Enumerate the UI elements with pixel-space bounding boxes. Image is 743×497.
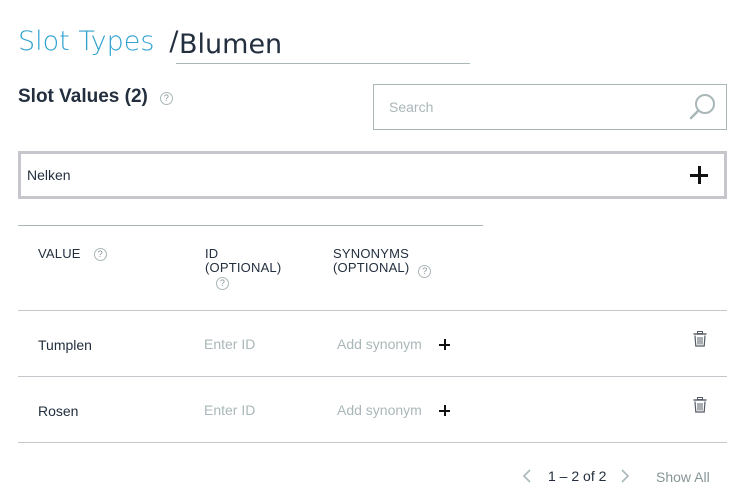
- add-synonym-plus-icon[interactable]: [439, 339, 450, 350]
- synonym-input[interactable]: [337, 333, 437, 355]
- help-icon[interactable]: ?: [216, 277, 229, 290]
- column-header-value-label: VALUE: [38, 246, 81, 261]
- column-header-synonyms-line2-wrap: (OPTIONAL)?: [333, 260, 432, 278]
- slot-value-text: Tumplen: [38, 337, 92, 353]
- breadcrumb-slot-types-link[interactable]: Slot Types: [18, 26, 154, 57]
- column-header-synonyms-line1: SYNONYMS: [333, 246, 410, 261]
- pagination-range: 1 – 2 of 2: [548, 468, 607, 484]
- column-header-synonyms-line2: (OPTIONAL): [333, 260, 410, 275]
- new-slot-value-input[interactable]: [21, 154, 690, 196]
- search-box: [373, 84, 727, 130]
- column-header-synonyms: SYNONYMS (OPTIONAL)?: [333, 246, 432, 278]
- slot-type-name-input[interactable]: [176, 26, 470, 64]
- show-all-link[interactable]: Show All: [656, 469, 710, 485]
- help-icon[interactable]: ?: [418, 265, 432, 278]
- pagination: 1 – 2 of 2: [522, 468, 630, 484]
- column-header-id-line2: (OPTIONAL): [205, 260, 282, 275]
- add-synonym-plus-icon[interactable]: [439, 405, 450, 416]
- chevron-right-icon[interactable]: [620, 469, 630, 483]
- slot-values-title: Slot Values (2): [18, 86, 148, 107]
- search-icon[interactable]: [688, 92, 718, 122]
- breadcrumb: Slot Types /: [18, 26, 470, 66]
- chevron-left-icon[interactable]: [522, 469, 532, 483]
- table-row: Rosen: [18, 377, 727, 442]
- slot-value-text: Rosen: [38, 403, 79, 419]
- new-slot-value-box: [18, 151, 727, 199]
- help-icon[interactable]: ?: [93, 247, 107, 261]
- table-row: Tumplen: [18, 311, 727, 376]
- trash-icon[interactable]: [693, 331, 707, 347]
- column-header-value: VALUE ?: [38, 247, 107, 261]
- slot-values-heading: Slot Values (2) ?: [18, 86, 173, 108]
- row-divider: [18, 442, 727, 443]
- id-input[interactable]: [204, 399, 304, 421]
- id-input[interactable]: [204, 333, 304, 355]
- help-icon[interactable]: ?: [159, 92, 173, 105]
- synonym-input[interactable]: [337, 399, 437, 421]
- search-input[interactable]: [374, 85, 688, 129]
- plus-icon[interactable]: [690, 166, 708, 184]
- column-header-id-line1: ID: [205, 246, 219, 261]
- trash-icon[interactable]: [693, 397, 707, 413]
- divider: [18, 225, 483, 226]
- column-header-id: ID (OPTIONAL) ?: [205, 247, 315, 290]
